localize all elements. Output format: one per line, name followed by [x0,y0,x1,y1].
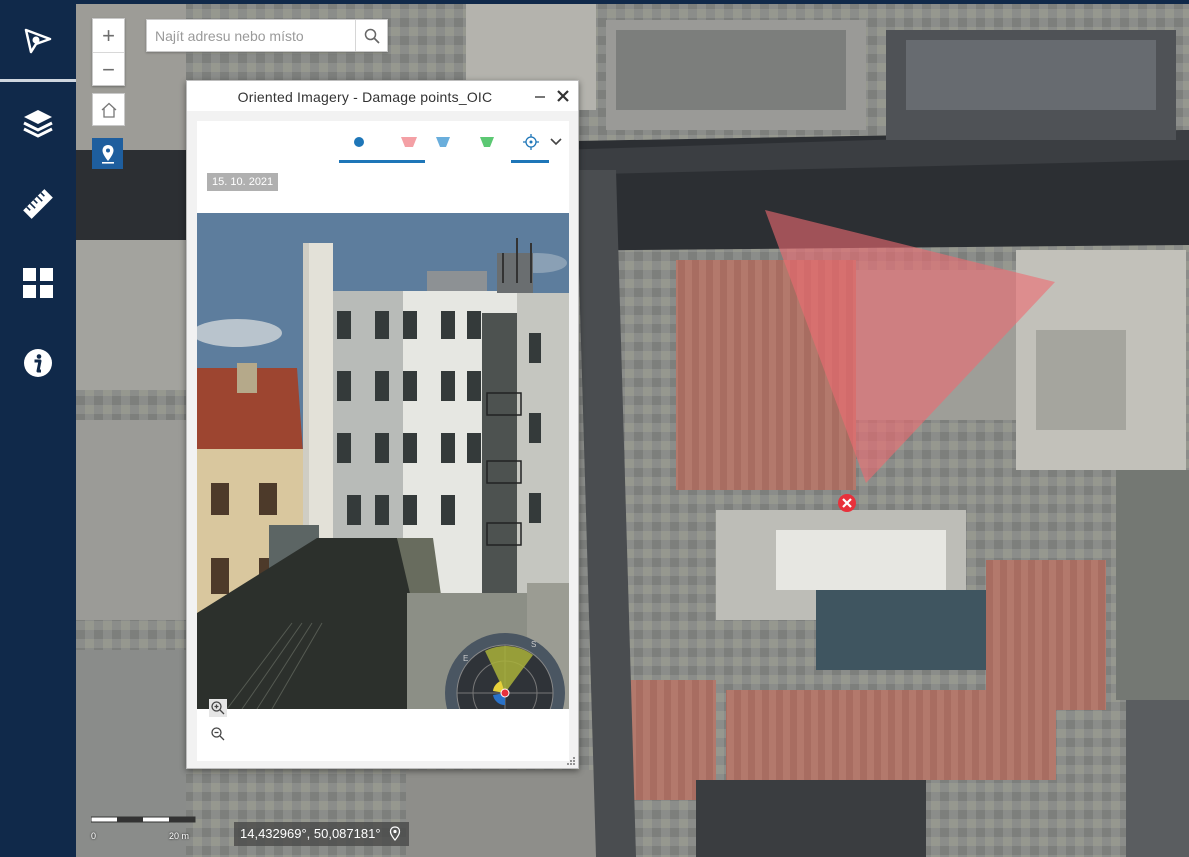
tab-footprint-green[interactable] [467,129,507,155]
oriented-image[interactable]: E S N W [197,213,569,709]
compass-label-s: S [531,640,536,649]
layers-icon[interactable] [0,93,76,153]
photo-zoom-out-icon[interactable] [209,725,227,743]
dot-marker-icon [354,137,364,147]
sidebar [0,0,76,857]
crosshair-icon [523,134,539,150]
search-icon [364,28,380,44]
oriented-imagery-panel: Oriented Imagery - Damage points_OIC 15.… [186,80,579,769]
resize-handle-icon[interactable] [566,756,576,766]
image-date-badge: 15. 10. 2021 [207,173,279,191]
panel-title: Oriented Imagery - Damage points_OIC [237,89,493,105]
zoom-control: + − [92,18,125,86]
panel-header[interactable]: Oriented Imagery - Damage points_OIC [187,81,578,111]
zoom-out-button[interactable]: − [93,52,124,86]
scale-bar: 0 20 m [91,815,197,845]
tab-underline-point [339,160,425,163]
tab-underline-locate [511,160,549,163]
footprint-green-icon [480,137,494,147]
home-button[interactable] [92,93,125,126]
tab-more-dropdown[interactable] [545,129,567,155]
footprint-blue-icon [436,137,450,147]
search-widget [146,19,388,52]
coordinate-text: 14,432969°, 50,087181° [240,826,381,841]
tab-bar [197,121,569,163]
location-pin-icon [101,144,114,164]
search-input[interactable] [147,20,363,51]
chevron-down-icon [550,138,562,146]
footprint-red-icon [401,137,417,147]
compass-widget[interactable]: E S N W [443,631,567,709]
minimize-icon[interactable] [533,87,547,105]
photo-zoom-in-icon[interactable] [209,699,227,717]
compass-label-e: E [463,654,468,663]
measure-ruler-icon[interactable] [0,174,76,234]
home-icon [101,102,116,118]
tab-footprint-blue[interactable] [423,129,463,155]
coordinate-pin-icon[interactable] [389,826,401,842]
info-icon[interactable] [0,333,76,393]
scale-end-label: 20 m [169,831,190,841]
basemap-gallery-icon[interactable] [0,253,76,313]
scale-start-label: 0 [91,831,97,841]
app-logo-icon[interactable] [0,10,76,70]
tab-point[interactable] [339,129,379,155]
search-button[interactable] [355,20,387,51]
damage-point-marker[interactable] [838,494,856,512]
coordinate-display[interactable]: 14,432969°, 50,087181° [234,822,409,846]
sidebar-divider [0,79,76,82]
locate-button[interactable] [92,138,123,169]
close-icon[interactable] [555,87,571,105]
zoom-in-button[interactable]: + [93,19,124,52]
top-border [76,0,1189,4]
imagery-viewer: 15. 10. 2021 E S N W [197,121,569,761]
